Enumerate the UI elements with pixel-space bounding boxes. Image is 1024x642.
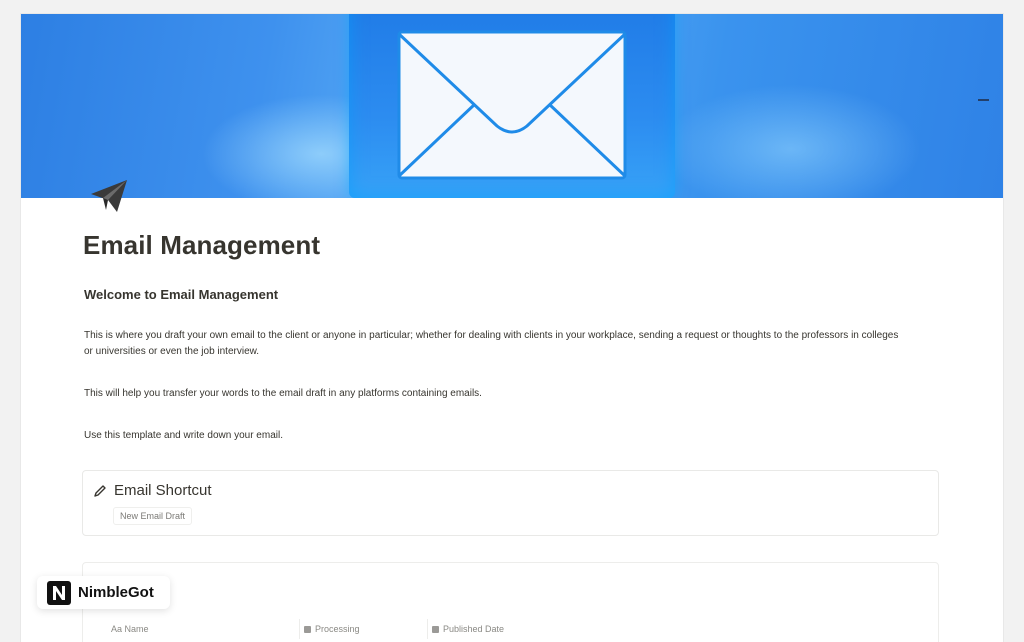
column-header-name[interactable]: Aa Name — [111, 619, 149, 639]
watermark-label: NimbleGot — [78, 584, 154, 601]
cover-image[interactable] — [21, 14, 1003, 198]
help-paragraph: This will help you transfer your words t… — [84, 388, 482, 399]
intro-paragraph: This is where you draft your own email t… — [84, 330, 899, 357]
welcome-heading: Welcome to Email Management — [84, 287, 279, 302]
cover-menu-dash[interactable] — [978, 99, 989, 101]
email-database: Aa Name Processing Published Date — [82, 562, 939, 642]
mail-app-icon — [349, 14, 675, 198]
select-property-icon — [304, 625, 311, 633]
paper-plane-icon[interactable] — [87, 176, 131, 216]
nimblegot-logo-icon — [47, 580, 71, 605]
email-shortcut-block: Email Shortcut New Email Draft — [82, 470, 939, 536]
calendar-icon — [432, 625, 439, 633]
new-email-draft-button[interactable]: New Email Draft — [113, 507, 193, 525]
envelope-icon — [397, 30, 627, 180]
column-header-published-date[interactable]: Published Date — [427, 619, 504, 639]
shortcut-title: Email Shortcut — [114, 482, 212, 499]
nimblegot-watermark: NimbleGot — [37, 576, 170, 609]
page-title: Email Management — [83, 230, 321, 260]
cover-glow — [661, 84, 921, 198]
usage-paragraph: Use this template and write down your em… — [84, 430, 283, 441]
notion-page: Email Management Welcome to Email Manage… — [21, 14, 1003, 642]
column-header-processing[interactable]: Processing — [299, 619, 360, 639]
pencil-icon — [94, 485, 106, 497]
